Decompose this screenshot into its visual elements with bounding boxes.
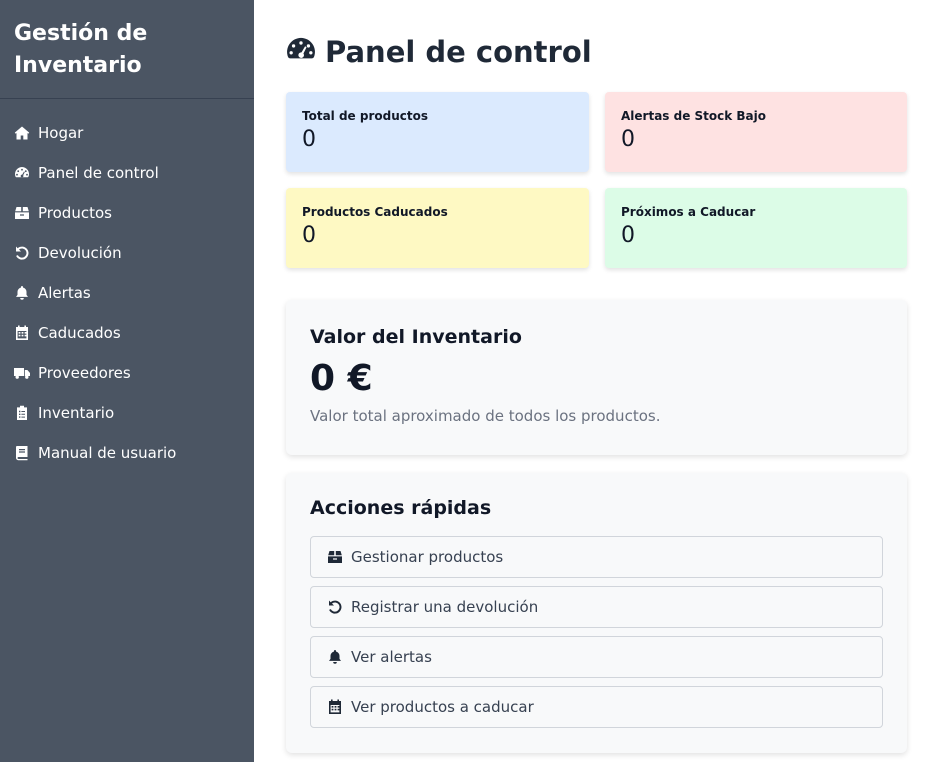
main-content: Panel de control Total de productos 0 Al… xyxy=(286,0,907,753)
stat-label: Total de productos xyxy=(302,109,428,123)
sidebar-item-alertas[interactable]: Alertas xyxy=(0,273,254,313)
inventory-value-card: Valor del Inventario 0 € Valor total apr… xyxy=(286,300,907,455)
quick-actions-title: Acciones rápidas xyxy=(310,497,492,519)
register-return-button[interactable]: Registrar una devolución xyxy=(310,586,883,628)
stat-value: 0 xyxy=(302,127,316,152)
sidebar-item-label: Manual de usuario xyxy=(38,444,177,462)
sidebar: Gestión de Inventario Hogar Panel de con… xyxy=(0,0,254,762)
sidebar-item-panel-de-control[interactable]: Panel de control xyxy=(0,153,254,193)
quick-actions-card: Acciones rápidas Gestionar productos Reg… xyxy=(286,473,907,753)
stat-card-caducados: Productos Caducados 0 xyxy=(286,188,589,268)
action-label: Ver alertas xyxy=(351,648,432,666)
sidebar-item-caducados[interactable]: Caducados xyxy=(0,313,254,353)
page-header: Panel de control xyxy=(286,32,907,72)
gauge-icon xyxy=(286,37,316,67)
app-brand: Gestión de Inventario xyxy=(0,0,254,99)
action-label: Ver productos a caducar xyxy=(351,698,534,716)
stat-value: 0 xyxy=(621,223,635,248)
page-title: Panel de control xyxy=(325,35,592,69)
action-label: Gestionar productos xyxy=(351,548,504,566)
stat-label: Próximos a Caducar xyxy=(621,205,756,219)
stat-card-proximos-caducar: Próximos a Caducar 0 xyxy=(605,188,907,268)
bell-icon xyxy=(327,649,343,665)
sidebar-item-label: Panel de control xyxy=(38,164,159,182)
undo-icon xyxy=(327,599,343,615)
sidebar-item-proveedores[interactable]: Proveedores xyxy=(0,353,254,393)
quick-actions-list: Gestionar productos Registrar una devolu… xyxy=(310,536,883,728)
box-icon xyxy=(327,549,343,565)
sidebar-item-label: Productos xyxy=(38,204,112,222)
stat-value: 0 xyxy=(621,127,635,152)
clipboard-icon xyxy=(14,405,30,421)
sidebar-item-label: Inventario xyxy=(38,404,115,422)
calendar-icon xyxy=(14,325,30,341)
sidebar-item-label: Proveedores xyxy=(38,364,131,382)
home-icon xyxy=(14,125,30,141)
sidebar-item-label: Hogar xyxy=(38,124,84,142)
sidebar-item-label: Alertas xyxy=(38,284,91,302)
sidebar-item-label: Devolución xyxy=(38,244,122,262)
view-alerts-button[interactable]: Ver alertas xyxy=(310,636,883,678)
stats-grid: Total de productos 0 Alertas de Stock Ba… xyxy=(286,92,907,268)
calendar-icon xyxy=(327,699,343,715)
inventory-value-description: Valor total aproximado de todos los prod… xyxy=(310,407,661,425)
sidebar-item-hogar[interactable]: Hogar xyxy=(0,113,254,153)
sidebar-item-inventario[interactable]: Inventario xyxy=(0,393,254,433)
stat-value: 0 xyxy=(302,223,316,248)
box-icon xyxy=(14,205,30,221)
truck-icon xyxy=(14,365,30,381)
manage-products-button[interactable]: Gestionar productos xyxy=(310,536,883,578)
gauge-icon xyxy=(14,165,30,181)
book-icon xyxy=(14,445,30,461)
stat-label: Alertas de Stock Bajo xyxy=(621,109,767,123)
view-expiring-products-button[interactable]: Ver productos a caducar xyxy=(310,686,883,728)
sidebar-item-productos[interactable]: Productos xyxy=(0,193,254,233)
action-label: Registrar una devolución xyxy=(351,598,539,616)
inventory-value-title: Valor del Inventario xyxy=(310,326,522,348)
sidebar-item-label: Caducados xyxy=(38,324,121,342)
inventory-value-amount: 0 € xyxy=(310,358,373,399)
undo-icon xyxy=(14,245,30,261)
sidebar-item-devolucion[interactable]: Devolución xyxy=(0,233,254,273)
sidebar-nav: Hogar Panel de control Productos Devoluc… xyxy=(0,99,254,473)
stat-label: Productos Caducados xyxy=(302,205,448,219)
stat-card-total-productos: Total de productos 0 xyxy=(286,92,589,172)
stat-card-stock-bajo: Alertas de Stock Bajo 0 xyxy=(605,92,907,172)
bell-icon xyxy=(14,285,30,301)
sidebar-item-manual-de-usuario[interactable]: Manual de usuario xyxy=(0,433,254,473)
